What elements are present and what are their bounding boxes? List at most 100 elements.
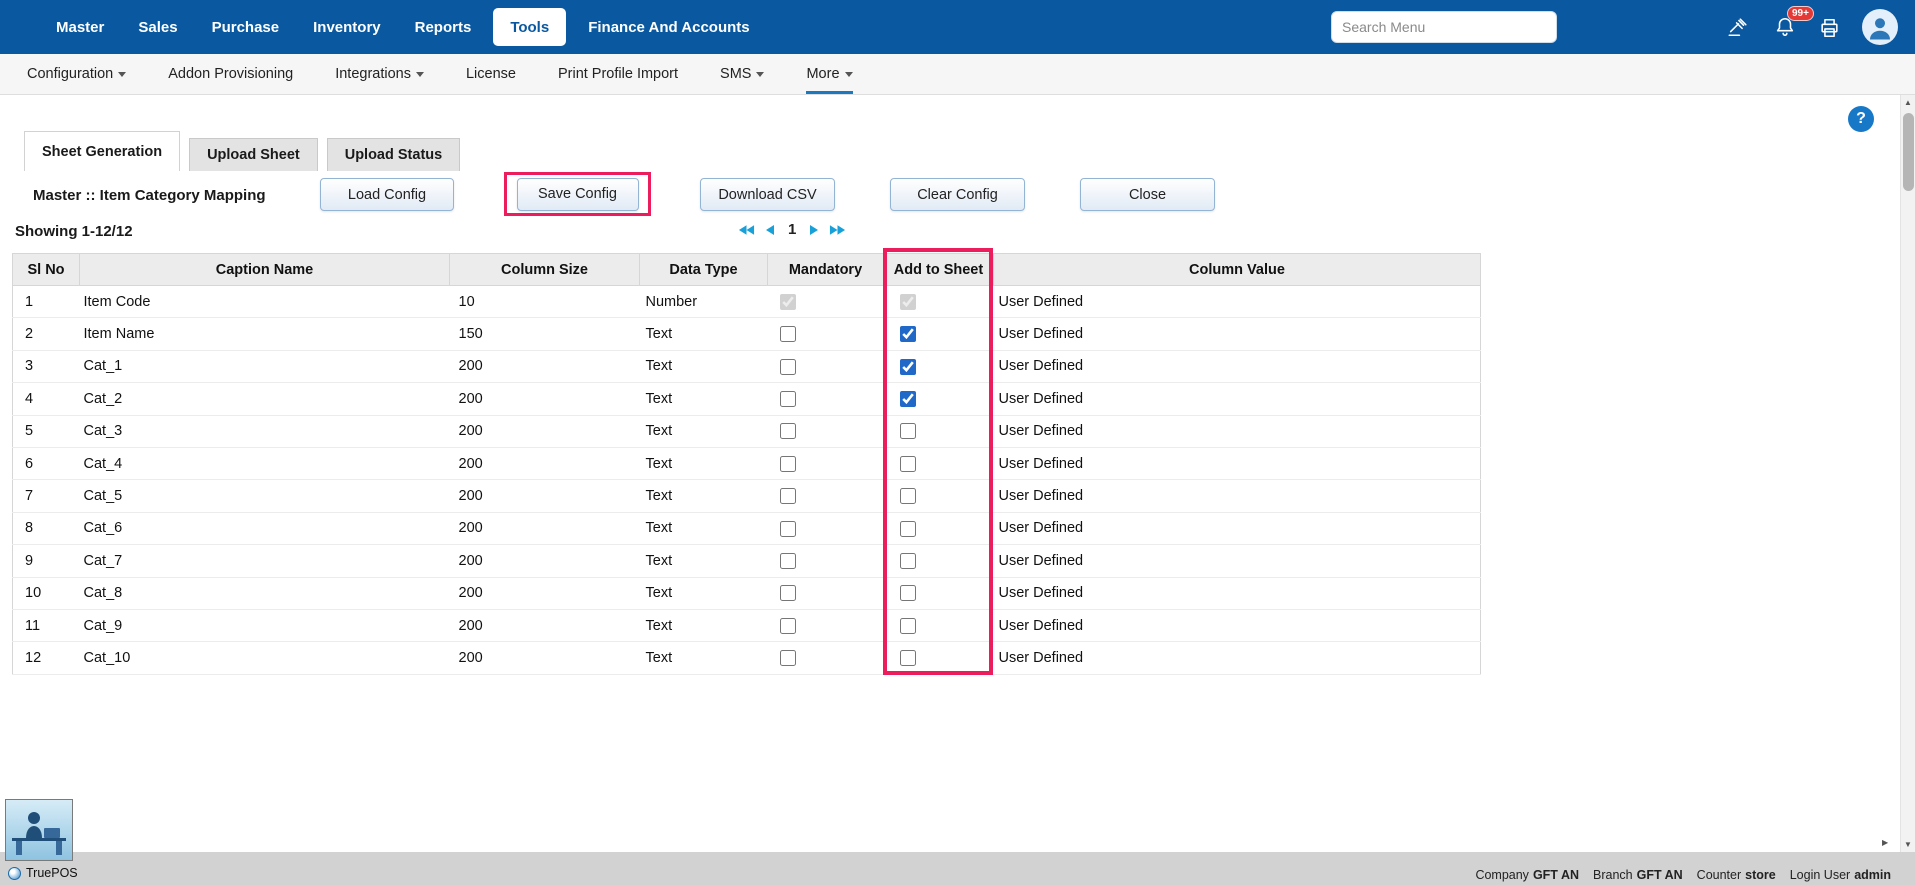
- mandatory-checkbox[interactable]: [780, 650, 796, 666]
- download-csv-button[interactable]: Download CSV: [700, 178, 835, 211]
- status-branch-value: GFT AN: [1637, 868, 1683, 882]
- nav-tools[interactable]: Tools: [493, 8, 566, 46]
- gavel-icon[interactable]: [1727, 16, 1749, 41]
- cell-add: [884, 480, 994, 512]
- add-to-sheet-checkbox[interactable]: [900, 553, 916, 569]
- mandatory-checkbox[interactable]: [780, 585, 796, 601]
- pagination-last-button[interactable]: [829, 224, 846, 236]
- subnav-sms[interactable]: SMS: [720, 54, 764, 94]
- mandatory-checkbox[interactable]: [780, 618, 796, 634]
- save-config-button[interactable]: Save Config: [517, 178, 639, 211]
- mandatory-checkbox[interactable]: [780, 521, 796, 537]
- pagination-first-button[interactable]: [738, 224, 755, 236]
- subnav-configuration-label: Configuration: [27, 66, 113, 82]
- add-to-sheet-checkbox[interactable]: [900, 650, 916, 666]
- tab-upload-sheet[interactable]: Upload Sheet: [189, 138, 318, 171]
- cell-value: User Defined: [994, 642, 1481, 674]
- search-input[interactable]: [1331, 11, 1557, 43]
- cell-sl: 8: [13, 512, 80, 544]
- cell-caption: Cat_8: [80, 577, 450, 609]
- nav-master[interactable]: Master: [39, 0, 121, 54]
- chevron-down-icon: [118, 72, 126, 77]
- cell-mandatory: [768, 286, 884, 318]
- mandatory-checkbox[interactable]: [780, 553, 796, 569]
- cell-size: 200: [450, 577, 640, 609]
- user-avatar[interactable]: [1862, 9, 1898, 45]
- table-row: 7Cat_5200TextUser Defined: [13, 480, 1481, 512]
- cell-size: 200: [450, 350, 640, 382]
- add-to-sheet-checkbox[interactable]: [900, 618, 916, 634]
- tab-upload-status[interactable]: Upload Status: [327, 138, 460, 171]
- status-counter-label: Counter: [1697, 868, 1741, 882]
- add-to-sheet-checkbox[interactable]: [900, 359, 916, 375]
- truepos-logo-image: [5, 799, 73, 861]
- add-to-sheet-checkbox[interactable]: [900, 423, 916, 439]
- cell-sl: 12: [13, 642, 80, 674]
- cell-size: 150: [450, 318, 640, 350]
- nav-inventory[interactable]: Inventory: [296, 0, 398, 54]
- subnav-more[interactable]: More: [806, 54, 852, 94]
- nav-sales[interactable]: Sales: [121, 0, 194, 54]
- cell-caption: Cat_5: [80, 480, 450, 512]
- add-to-sheet-checkbox[interactable]: [900, 456, 916, 472]
- subnav-addon-provisioning[interactable]: Addon Provisioning: [168, 54, 293, 94]
- add-to-sheet-checkbox[interactable]: [900, 521, 916, 537]
- mandatory-checkbox[interactable]: [780, 423, 796, 439]
- tab-sheet-generation[interactable]: Sheet Generation: [24, 131, 180, 171]
- table-row: 2Item Name150TextUser Defined: [13, 318, 1481, 350]
- cell-value: User Defined: [994, 318, 1481, 350]
- scroll-down-arrow[interactable]: ▼: [1901, 840, 1915, 849]
- add-to-sheet-checkbox[interactable]: [900, 585, 916, 601]
- scroll-up-arrow[interactable]: ▲: [1901, 98, 1915, 107]
- cell-mandatory: [768, 415, 884, 447]
- mandatory-checkbox[interactable]: [780, 391, 796, 407]
- subnav-license[interactable]: License: [466, 54, 516, 94]
- vertical-scrollbar[interactable]: ▲ ▼: [1900, 95, 1915, 852]
- close-button[interactable]: Close: [1080, 178, 1215, 211]
- cell-mandatory: [768, 577, 884, 609]
- add-to-sheet-checkbox[interactable]: [900, 391, 916, 407]
- subnav-print-profile-import[interactable]: Print Profile Import: [558, 54, 678, 94]
- subnav-integrations[interactable]: Integrations: [335, 54, 424, 94]
- nav-finance-and-accounts[interactable]: Finance And Accounts: [571, 0, 766, 54]
- status-login-user: Login Useradmin: [1790, 868, 1891, 882]
- cell-mandatory: [768, 383, 884, 415]
- page-title: Master :: Item Category Mapping: [33, 187, 266, 204]
- load-config-button[interactable]: Load Config: [320, 178, 454, 211]
- status-branch-label: Branch: [1593, 868, 1633, 882]
- mandatory-checkbox[interactable]: [780, 488, 796, 504]
- mandatory-checkbox[interactable]: [780, 456, 796, 472]
- nav-purchase[interactable]: Purchase: [195, 0, 297, 54]
- cell-type: Text: [640, 480, 768, 512]
- pagination-prev-button[interactable]: [765, 224, 775, 236]
- table-row: 12Cat_10200TextUser Defined: [13, 642, 1481, 674]
- table-body: 1Item Code10NumberUser Defined2Item Name…: [13, 286, 1481, 675]
- cell-add: [884, 286, 994, 318]
- table-header: Sl No Caption Name Column Size Data Type…: [13, 254, 1481, 286]
- clear-config-button[interactable]: Clear Config: [890, 178, 1025, 211]
- mandatory-checkbox[interactable]: [780, 359, 796, 375]
- scrollbar-thumb[interactable]: [1903, 113, 1914, 191]
- mandatory-checkbox[interactable]: [780, 326, 796, 342]
- sheet-tabs: Sheet Generation Upload Sheet Upload Sta…: [24, 131, 460, 171]
- table-row: 6Cat_4200TextUser Defined: [13, 447, 1481, 479]
- subnav-addon-provisioning-label: Addon Provisioning: [168, 66, 293, 82]
- notification-badge: 99+: [1787, 6, 1814, 21]
- notifications-bell-icon[interactable]: 99+: [1774, 15, 1800, 42]
- help-button[interactable]: ?: [1848, 106, 1874, 132]
- horizontal-scroll-right-arrow[interactable]: ▶: [1882, 838, 1888, 847]
- cell-caption: Cat_10: [80, 642, 450, 674]
- nav-reports[interactable]: Reports: [398, 0, 489, 54]
- printer-icon[interactable]: [1818, 17, 1841, 42]
- chevron-down-icon: [416, 72, 424, 77]
- add-to-sheet-checkbox[interactable]: [900, 326, 916, 342]
- cell-mandatory: [768, 350, 884, 382]
- table-row: 1Item Code10NumberUser Defined: [13, 286, 1481, 318]
- cell-sl: 6: [13, 447, 80, 479]
- pagination-next-button[interactable]: [809, 224, 819, 236]
- page-number[interactable]: 1: [788, 221, 796, 238]
- add-to-sheet-checkbox[interactable]: [900, 488, 916, 504]
- cell-size: 200: [450, 609, 640, 641]
- cell-value: User Defined: [994, 545, 1481, 577]
- subnav-configuration[interactable]: Configuration: [27, 54, 126, 94]
